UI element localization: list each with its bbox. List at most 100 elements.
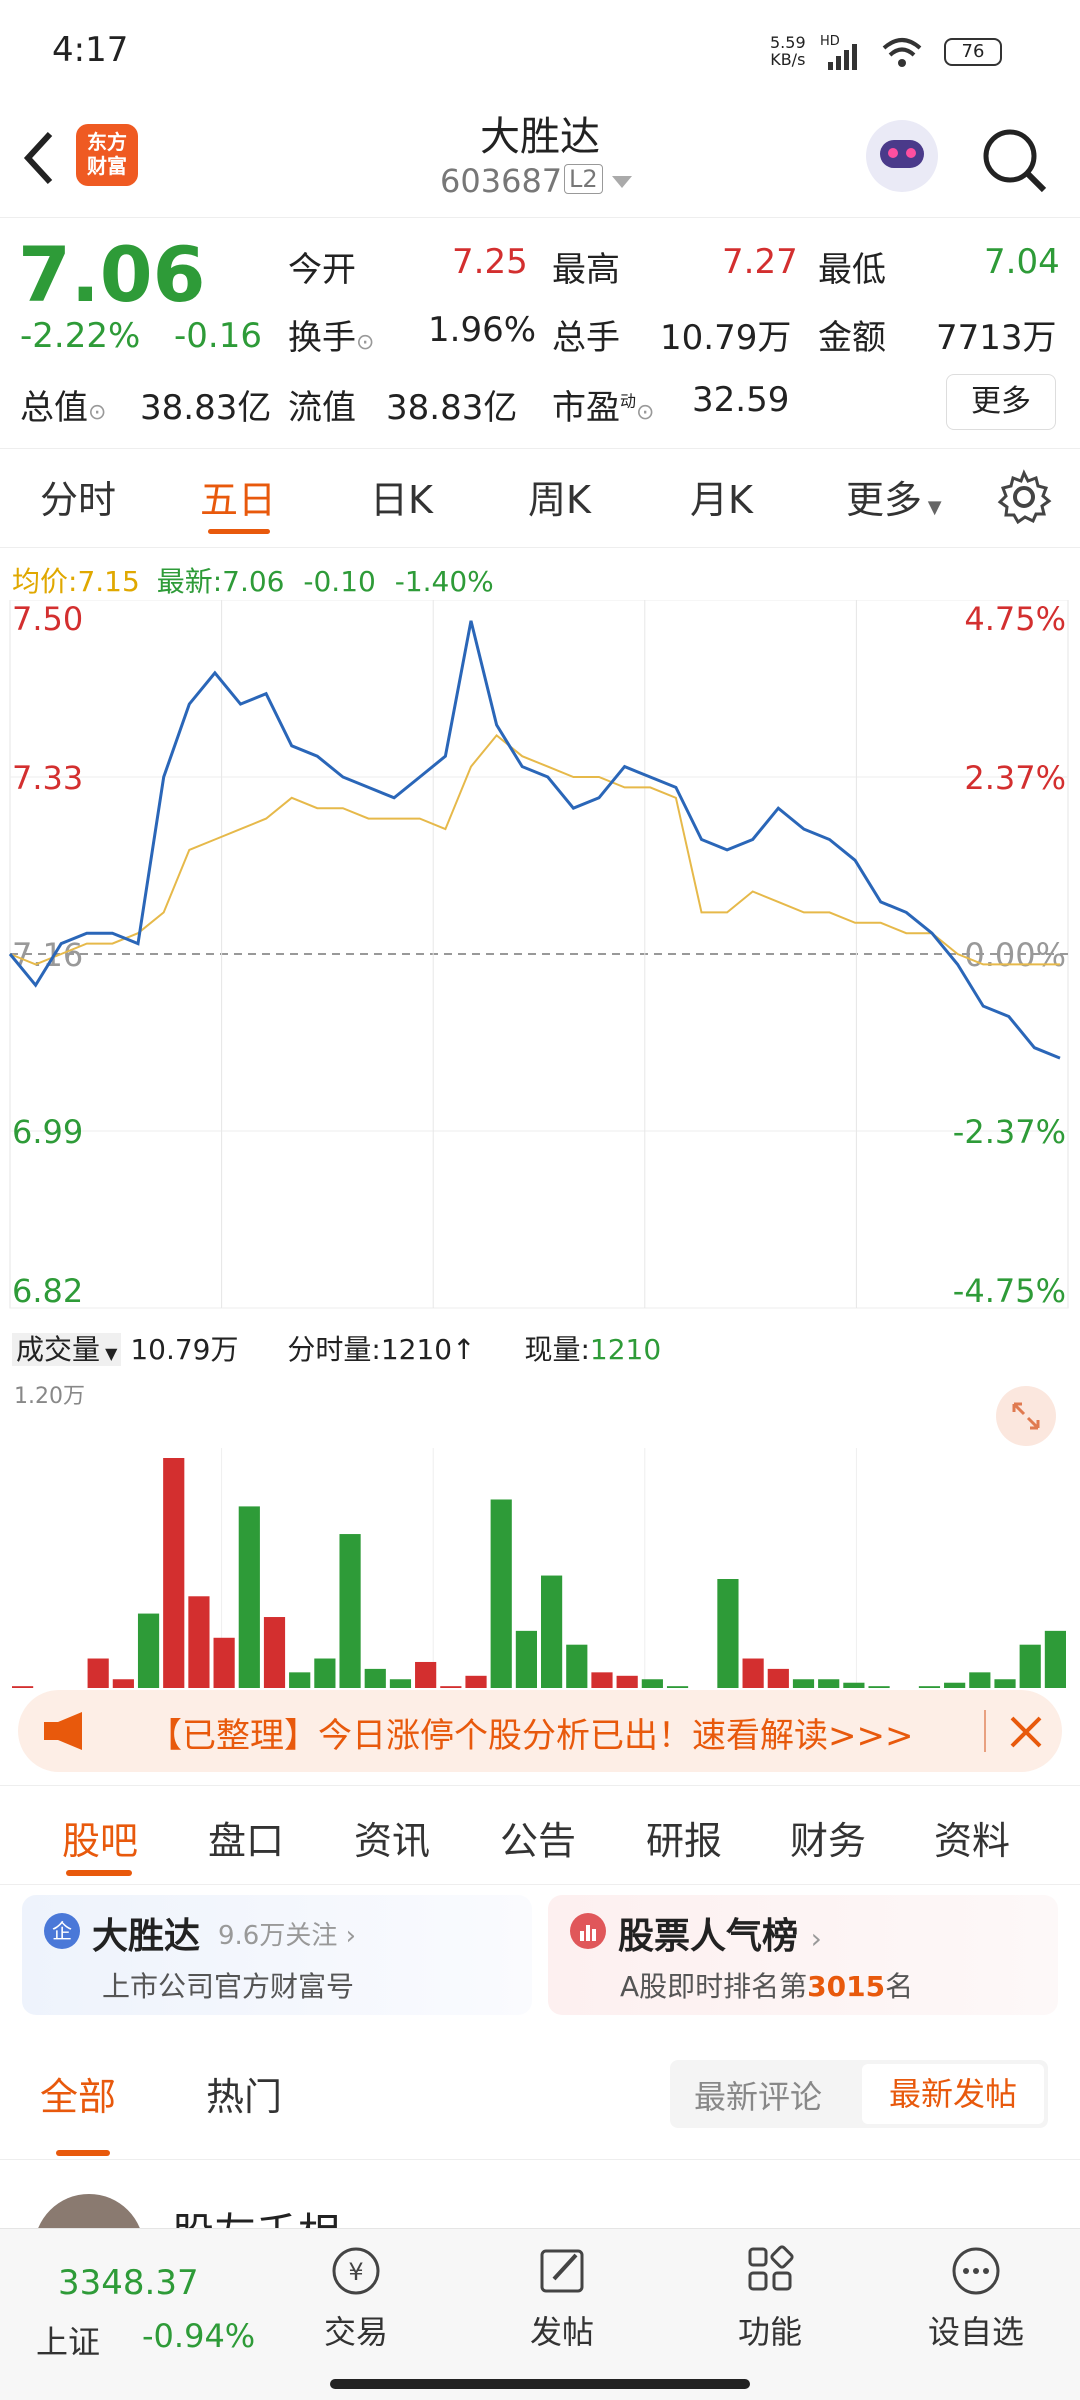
home-indicator bbox=[330, 2379, 750, 2389]
y-tick-label: 7.33 bbox=[12, 759, 83, 797]
low-value: 7.04 bbox=[984, 242, 1060, 282]
tab-daily-k[interactable]: 日K bbox=[370, 469, 433, 524]
amount-value: 7713万 bbox=[936, 318, 1057, 358]
pct-tick-label: 2.37% bbox=[964, 759, 1066, 797]
dropdown-icon[interactable] bbox=[612, 176, 632, 190]
pe-label: 市盈动⊙ bbox=[552, 388, 655, 428]
volume-bar bbox=[616, 1675, 638, 1688]
volume-bar bbox=[1019, 1644, 1041, 1688]
more-dots-icon bbox=[952, 2247, 1000, 2295]
promo-banner[interactable]: 【已整理】今日涨停个股分析已出！速看解读>>> bbox=[18, 1690, 1062, 1772]
banner-divider bbox=[984, 1710, 986, 1752]
l2-badge[interactable]: L2 bbox=[564, 164, 603, 194]
y-tick-label: 7.50 bbox=[12, 600, 83, 638]
quote-panel: 7.06 -2.22% -0.16 今开 7.25 最高 7.27 最低 7.0… bbox=[0, 218, 1080, 448]
tab-monthly-k[interactable]: 月K bbox=[690, 469, 753, 524]
company-account-card[interactable]: 企 大胜达 9.6万关注 › 上市公司官方财富号 bbox=[22, 1895, 532, 2015]
volume-bar bbox=[339, 1534, 361, 1688]
volume-bar bbox=[163, 1458, 185, 1688]
y-tick-label: 6.99 bbox=[12, 1113, 83, 1151]
pct-tick-label: 0.00% bbox=[964, 936, 1066, 974]
volume-bar bbox=[566, 1644, 588, 1688]
turnover-value: 1.96% bbox=[428, 310, 537, 350]
company-subtitle: 上市公司官方财富号 bbox=[102, 1970, 355, 2003]
battery-icon: 76 bbox=[944, 38, 1002, 66]
tab-guba[interactable]: 股吧 bbox=[62, 1810, 138, 1865]
sort-latest-comment[interactable]: 最新评论 bbox=[694, 2072, 822, 2118]
volume-bar bbox=[666, 1686, 689, 1688]
volume-bar bbox=[843, 1682, 865, 1688]
volume-bar bbox=[1044, 1630, 1066, 1688]
index-value[interactable]: 3348.37 bbox=[58, 2263, 199, 2303]
filter-all[interactable]: 全部 bbox=[40, 2066, 116, 2121]
post-list: 股友千相 bbox=[0, 2160, 1080, 2228]
nav-add-watchlist[interactable]: 设自选 bbox=[906, 2243, 1046, 2353]
eastmoney-logo[interactable]: 东方 财富 bbox=[76, 124, 138, 186]
stock-name: 大胜达 bbox=[480, 114, 600, 160]
info-cards: 企 大胜达 9.6万关注 › 上市公司官方财富号 股票人气榜 › A股即时排名第… bbox=[0, 1885, 1080, 2025]
nav-trade[interactable]: ¥ 交易 bbox=[286, 2243, 426, 2353]
close-icon[interactable] bbox=[1008, 1714, 1044, 1750]
status-bar: 4:17 5.59 KB/s HD 76 bbox=[0, 0, 1080, 100]
pct-tick-label: 4.75% bbox=[964, 600, 1066, 638]
bottom-navigation: 3348.37 上证 -0.94% ¥ 交易 发帖 功能 设自选 bbox=[0, 2228, 1080, 2400]
five-day-chart[interactable]: 均价:7.15 最新:7.06 -0.10 -1.40% 7.50 4.75% 7.… bbox=[0, 548, 1080, 1688]
tab-weekly-k[interactable]: 周K bbox=[528, 469, 591, 524]
tab-research[interactable]: 研报 bbox=[646, 1810, 722, 1865]
post-author[interactable]: 股友千相 bbox=[172, 2200, 340, 2228]
sort-toggle: 最新评论 最新发帖 bbox=[670, 2060, 1048, 2128]
tab-announcements[interactable]: 公告 bbox=[500, 1810, 576, 1865]
volume-bar bbox=[944, 1682, 966, 1688]
tab-five-day[interactable]: 五日 bbox=[200, 469, 276, 524]
back-icon[interactable] bbox=[20, 128, 60, 188]
sort-latest-post[interactable]: 最新发帖 bbox=[862, 2064, 1044, 2124]
company-icon: 企 bbox=[44, 1913, 80, 1949]
volume-bar bbox=[641, 1679, 663, 1688]
nav-post[interactable]: 发帖 bbox=[492, 2243, 632, 2353]
volume-bar bbox=[541, 1575, 563, 1688]
nav-functions[interactable]: 功能 bbox=[700, 2243, 840, 2353]
filter-all-indicator bbox=[56, 2150, 110, 2156]
chart-canvas[interactable]: 7.50 4.75%7.33 2.37%7.16 0.00%6.99 -2.37%6.8… bbox=[0, 600, 1080, 1688]
settings-gear-icon[interactable] bbox=[996, 469, 1052, 525]
robot-avatar-icon[interactable] bbox=[866, 120, 938, 192]
index-name[interactable]: 上证 bbox=[36, 2317, 100, 2363]
volume-selector[interactable]: 成交量 ▼ bbox=[12, 1333, 122, 1366]
more-button[interactable]: 更多 bbox=[946, 374, 1056, 430]
volume-bar bbox=[137, 1613, 160, 1688]
filter-hot[interactable]: 热门 bbox=[206, 2066, 282, 2121]
tab-profile[interactable]: 资料 bbox=[934, 1810, 1010, 1865]
tab-news[interactable]: 资讯 bbox=[354, 1810, 430, 1865]
volume-bar bbox=[490, 1499, 512, 1688]
volume-bar bbox=[767, 1668, 789, 1688]
price-line bbox=[8, 620, 1061, 1060]
tab-finance[interactable]: 财务 bbox=[790, 1810, 866, 1865]
tab-more[interactable]: 更多 ▼ bbox=[846, 469, 942, 524]
open-value: 7.25 bbox=[452, 242, 528, 282]
index-change[interactable]: -0.94% bbox=[142, 2317, 255, 2355]
yuan-cycle-icon: ¥ bbox=[332, 2247, 380, 2295]
expand-icon[interactable] bbox=[996, 1386, 1056, 1446]
volume-bar bbox=[238, 1506, 260, 1688]
popularity-card[interactable]: 股票人气榜 › A股即时排名第3015名 bbox=[548, 1895, 1058, 2015]
high-value: 7.27 bbox=[722, 242, 798, 282]
ranking-chart-icon bbox=[570, 1913, 606, 1949]
avatar[interactable] bbox=[34, 2194, 144, 2228]
stock-code: 603687 bbox=[440, 162, 563, 200]
volume-bar bbox=[112, 1679, 134, 1688]
turnover-label: 换手⊙ bbox=[288, 318, 375, 358]
tab-order-book[interactable]: 盘口 bbox=[208, 1810, 284, 1865]
amount-label: 金额 bbox=[818, 318, 886, 358]
volume-bar bbox=[969, 1672, 991, 1688]
y-tick-label: 6.82 bbox=[12, 1272, 83, 1310]
company-name: 大胜达 bbox=[92, 1916, 201, 1957]
volume-bar bbox=[263, 1617, 286, 1688]
tab-timeshare[interactable]: 分时 bbox=[40, 469, 116, 524]
mcap-label: 总值⊙ bbox=[20, 388, 107, 428]
volume-bar bbox=[717, 1579, 739, 1688]
search-icon[interactable] bbox=[980, 126, 1050, 196]
edit-icon bbox=[540, 2249, 584, 2293]
float-label: 流值 bbox=[288, 388, 356, 428]
ranking-subtitle: A股即时排名第3015名 bbox=[620, 1970, 914, 2003]
chart-period-tabs: 分时 五日 日K 周K 月K 更多 ▼ bbox=[0, 448, 1080, 548]
